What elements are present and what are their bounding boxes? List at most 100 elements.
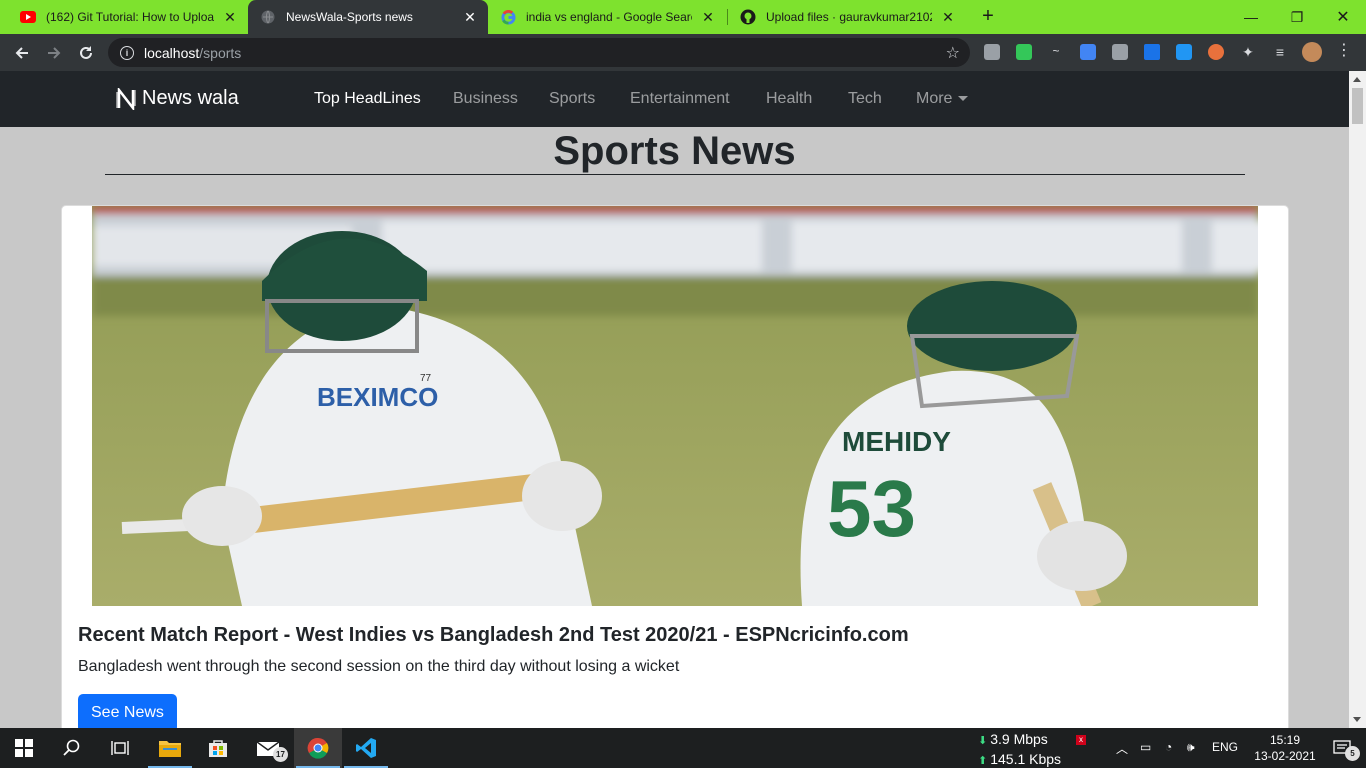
taskbar: 17 ⬇ 3.9 Mbps ⬆ 145.1 Kbps x ︿ ▭ ◔ 🕪 ENG 1…	[0, 728, 1366, 768]
close-icon[interactable]: ✕	[222, 9, 238, 26]
chevron-up-icon[interactable]: ︿	[1116, 740, 1128, 757]
start-button[interactable]	[0, 728, 48, 768]
extension-orange-icon[interactable]	[1208, 44, 1224, 60]
task-view-button[interactable]	[96, 728, 144, 768]
mail-badge: 17	[273, 747, 288, 762]
scroll-down-arrow-icon[interactable]	[1353, 717, 1361, 722]
wifi-icon[interactable]: ◔	[1165, 740, 1172, 754]
close-icon[interactable]: ✕	[462, 9, 478, 26]
store-icon	[209, 740, 227, 757]
chrome-icon	[307, 737, 329, 759]
clock-time: 15:19	[1269, 733, 1301, 747]
url-path: /sports	[199, 44, 242, 61]
news-headline: Recent Match Report - West Indies vs Ban…	[78, 624, 909, 646]
vscode-button[interactable]	[342, 728, 390, 768]
svg-text:MEHIDY: MEHIDY	[842, 426, 951, 457]
notification-count: 5	[1345, 746, 1360, 761]
site-navbar: News wala Top HeadLines Business Sports …	[0, 71, 1349, 127]
caret-down-icon	[958, 96, 969, 102]
scroll-thumb[interactable]	[1352, 88, 1363, 124]
forward-button[interactable]	[41, 40, 67, 66]
url-host: localhost	[144, 44, 200, 61]
news-logo-icon	[116, 87, 136, 110]
close-icon[interactable]: ✕	[700, 9, 716, 26]
page-scrollbar[interactable]	[1349, 71, 1366, 728]
restore-button[interactable]: ❐	[1274, 0, 1320, 34]
close-widget-icon[interactable]: x	[1076, 735, 1086, 745]
minimize-button[interactable]: —	[1228, 0, 1274, 34]
news-image[interactable]: BEXIMCO 77 MEHIDY 53	[92, 206, 1258, 606]
svg-text:53: 53	[827, 464, 916, 553]
svg-text:BEXIMCO: BEXIMCO	[317, 382, 438, 412]
tab-google-search[interactable]: india vs england - Google Search ✕	[488, 0, 726, 34]
svg-text:77: 77	[420, 373, 432, 384]
nav-sports[interactable]: Sports	[549, 90, 595, 108]
network-speed-widget: ⬇ 3.9 Mbps ⬆ 145.1 Kbps	[978, 730, 1061, 768]
download-speed: 3.9 Mbps	[990, 731, 1048, 747]
info-icon[interactable]: i	[120, 45, 134, 60]
extension-green-icon[interactable]	[1016, 44, 1032, 60]
youtube-icon	[20, 9, 36, 25]
scroll-up-arrow-icon[interactable]	[1353, 77, 1361, 82]
clock[interactable]: 15:19 13-02-2021	[1250, 732, 1320, 764]
close-window-button[interactable]: ✕	[1320, 0, 1366, 34]
camera-icon[interactable]	[984, 44, 1000, 60]
battery-icon[interactable]: ▭	[1140, 740, 1151, 754]
star-icon[interactable]: ☆	[946, 43, 960, 63]
language-indicator[interactable]: ENG	[1212, 740, 1238, 754]
tab-newswala[interactable]: NewsWala-Sports news ✕	[248, 0, 488, 34]
brand-name: News wala	[142, 87, 239, 109]
new-tab-button[interactable]: +	[976, 5, 1000, 29]
puzzle-icon[interactable]: ✦	[1240, 44, 1256, 60]
brand[interactable]: News wala	[116, 87, 239, 110]
extension-blue2-icon[interactable]	[1176, 44, 1192, 60]
file-explorer-button[interactable]	[146, 728, 194, 768]
avatar[interactable]	[1302, 42, 1322, 62]
nav-business[interactable]: Business	[453, 90, 518, 108]
nav-more-dropdown[interactable]: More	[916, 90, 969, 108]
arrow-right-icon	[48, 47, 61, 59]
tilde-icon[interactable]: ~	[1048, 44, 1064, 60]
nav-entertainment[interactable]: Entertainment	[630, 90, 730, 108]
translate-icon[interactable]	[1080, 44, 1096, 60]
upload-arrow-icon: ⬆	[978, 755, 988, 767]
mail-button[interactable]: 17	[244, 728, 292, 768]
news-card: BEXIMCO 77 MEHIDY 53 Recent Match Report…	[61, 205, 1289, 728]
chrome-button[interactable]	[294, 728, 342, 768]
back-button[interactable]	[9, 40, 35, 66]
vscode-icon	[356, 738, 376, 758]
github-icon	[740, 9, 756, 25]
address-bar[interactable]: i localhost/sports ☆	[108, 38, 970, 67]
folder-icon	[159, 741, 181, 757]
reload-button[interactable]	[73, 40, 99, 66]
nav-top-headlines[interactable]: Top HeadLines	[314, 90, 421, 108]
browser-toolbar: i localhost/sports ☆ ~ ✦ ≡ ⋮	[0, 34, 1366, 71]
download-arrow-icon: ⬇	[978, 735, 988, 747]
tab-title: NewsWala-Sports news	[286, 10, 413, 24]
page-title: Sports News	[553, 129, 796, 173]
search-icon	[63, 739, 80, 756]
nav-tech[interactable]: Tech	[848, 90, 882, 108]
search-button[interactable]	[48, 728, 96, 768]
volume-icon[interactable]: 🕪	[1187, 740, 1195, 755]
tab-youtube[interactable]: (162) Git Tutorial: How to Upload ✕	[8, 0, 248, 34]
notifications-button[interactable]: 5	[1318, 728, 1366, 768]
google-icon	[500, 9, 516, 25]
task-view-icon	[111, 741, 129, 755]
extension-blue-icon[interactable]	[1144, 44, 1160, 60]
tab-title: india vs england - Google Search	[526, 10, 692, 24]
close-icon[interactable]: ✕	[940, 9, 956, 26]
reload-icon	[80, 46, 92, 59]
store-button[interactable]	[194, 728, 242, 768]
see-news-button[interactable]: See News	[78, 694, 177, 728]
media-list-icon[interactable]: ≡	[1272, 44, 1288, 60]
tab-github[interactable]: Upload files · gauravkumar2102/ ✕	[728, 0, 966, 34]
nav-health[interactable]: Health	[766, 90, 812, 108]
nav-more-label: More	[916, 90, 953, 107]
page-viewport: News wala Top HeadLines Business Sports …	[0, 71, 1349, 728]
tab-title: (162) Git Tutorial: How to Upload	[46, 10, 214, 24]
title-divider	[105, 174, 1245, 175]
menu-kebab-icon[interactable]: ⋮	[1336, 43, 1352, 60]
browser-tab-strip: (162) Git Tutorial: How to Upload ✕ News…	[0, 0, 1366, 34]
extension-gray-icon[interactable]	[1112, 44, 1128, 60]
